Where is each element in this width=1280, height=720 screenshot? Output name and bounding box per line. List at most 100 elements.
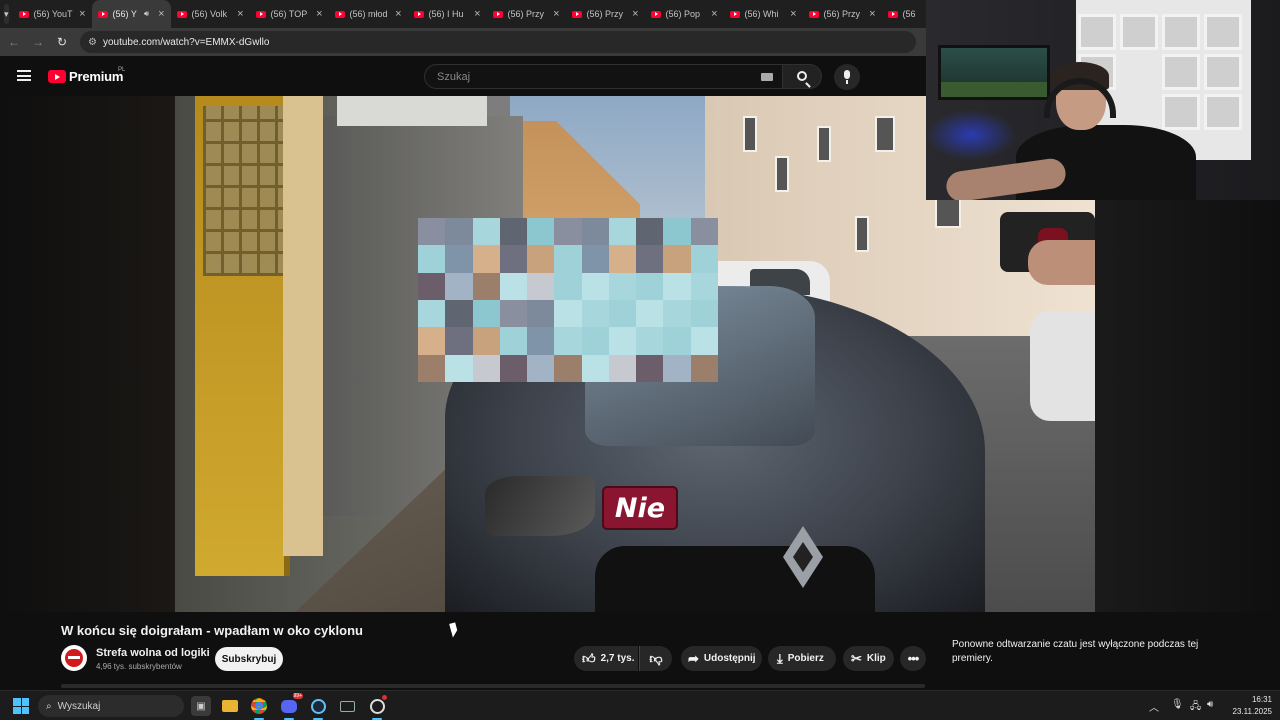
video-side-left [0,96,175,612]
censor-block [690,354,718,382]
chrome-icon[interactable] [249,696,269,720]
censor-block [690,327,718,355]
reload-button[interactable]: ↻ [50,35,74,49]
censor-block [472,300,500,328]
censor-block [581,300,609,328]
tab-close-icon[interactable]: × [316,8,322,20]
microphone-icon[interactable]: 🎙︎ [1171,699,1184,710]
taskbar-clock[interactable]: 16:31 23.11.2025 [1222,694,1272,718]
taskbar-search[interactable]: ⌕ Wyszukaj [38,695,184,717]
clip-button[interactable]: ✂ Klip [843,646,894,671]
discord-icon[interactable]: 99+ [279,693,303,720]
more-actions-button[interactable]: ••• [900,646,926,671]
search-button[interactable] [782,64,822,89]
volume-icon[interactable]: 🔊︎ [1207,699,1213,710]
censor-block [527,327,555,355]
censor-block [418,218,446,246]
door-grid [203,106,283,276]
window [817,126,831,162]
tab-close-icon[interactable]: × [79,8,85,20]
tab-search-button[interactable]: ▾ [4,4,9,24]
menu-icon[interactable] [17,70,31,81]
censor-block [527,272,555,300]
share-icon: ➦ [688,650,699,666]
tab-title: (56) Whi [744,9,779,19]
back-button[interactable]: ← [2,35,26,49]
browser-tab[interactable]: (56) Y 🔊︎ × [91,0,171,28]
tab-close-icon[interactable]: × [711,8,717,20]
tab-close-icon[interactable]: × [869,8,875,20]
channel-name[interactable]: Strefa wolna od logiki [96,647,210,659]
steam-icon[interactable] [308,696,328,720]
censor-block [608,300,637,328]
channel-avatar[interactable] [61,645,87,671]
start-button[interactable] [13,698,29,714]
censor-block [527,218,555,246]
youtube-favicon-icon [808,10,819,18]
censor-block [445,218,473,246]
youtube-favicon-icon [18,10,29,18]
share-button[interactable]: ➦ Udostępnij [681,646,762,671]
censor-block [608,327,637,355]
youtube-premium-logo[interactable]: Premium [48,69,123,84]
censor-block [499,245,528,273]
censor-block [554,327,582,355]
browser-tab[interactable]: (56) Przy × [803,0,882,28]
task-view-icon[interactable]: ▣ [191,696,211,716]
censor-block [581,354,609,382]
dislike-button[interactable]: 👎︎ [639,646,672,671]
search-input[interactable]: Szukaj [424,64,786,89]
browser-tab[interactable]: (56) TOP × [250,0,329,28]
tab-close-icon[interactable]: × [474,8,480,20]
tab-audio-icon[interactable]: 🔊︎ [144,9,149,19]
browser-tab[interactable]: (56) Whi × [724,0,803,28]
tab-close-icon[interactable]: × [632,8,638,20]
browser-tab[interactable]: (56) I Hu × [408,0,487,28]
voice-search-button[interactable] [834,64,860,90]
obs-icon[interactable] [367,695,387,720]
shelf-cell [1204,54,1242,90]
tab-title: (56) Przy [823,9,861,19]
browser-tab[interactable]: (56) Volk × [171,0,250,28]
youtube-favicon-icon [729,10,740,18]
shelf-cell [1162,94,1200,130]
browser-tab[interactable]: (56) Przy × [566,0,645,28]
censor-block [527,300,555,328]
page-scrollbar[interactable] [61,684,925,688]
tray-overflow-icon[interactable]: ︿ [1149,699,1159,714]
caption-text: Nie [614,492,666,524]
browser-tab[interactable]: (56) młod × [329,0,408,28]
shelf-cell [1204,14,1242,50]
browser-tab[interactable]: (56) Pop × [645,0,724,28]
tab-close-icon[interactable]: × [395,8,401,20]
browser-tab[interactable]: (56) Przy × [487,0,566,28]
like-button[interactable]: 👍︎ 2,7 tys. [574,646,638,671]
youtube-favicon-icon [176,10,187,18]
censor-block [636,218,664,246]
censor-block [636,300,664,328]
address-bar[interactable]: ⚙ youtube.com/watch?v=EMMX-dGwllo [80,31,916,53]
tab-close-icon[interactable]: × [158,8,164,20]
browser-tab-strip: ▾ (56) YouT × (56) Y 🔊︎ × (56) Volk × (56) TOP ×… [0,0,926,28]
censor-block [608,272,637,300]
tab-title: (56) Przy [507,9,545,19]
file-explorer-icon[interactable] [220,696,240,716]
streamer-hand-with-phone [1000,200,1095,320]
censor-block [472,218,500,246]
tab-close-icon[interactable]: × [237,8,243,20]
censor-block [690,272,718,300]
download-button[interactable]: ⤓ Pobierz [768,646,836,671]
video-headlight [485,476,595,536]
subscribe-button[interactable]: Subskrybuj [215,647,283,671]
censor-block [554,300,582,328]
browser-tab[interactable]: (56) YouT × [13,0,92,28]
app-icon[interactable] [337,696,357,716]
censor-block [581,272,609,300]
keyboard-icon[interactable] [761,73,773,81]
tab-title: (56) Volk [191,9,228,19]
site-info-icon[interactable]: ⚙ [88,37,97,48]
forward-button[interactable]: → [26,35,50,49]
tab-close-icon[interactable]: × [553,8,559,20]
network-icon[interactable]: 🖧︎ [1190,699,1201,716]
tab-close-icon[interactable]: × [790,8,796,20]
